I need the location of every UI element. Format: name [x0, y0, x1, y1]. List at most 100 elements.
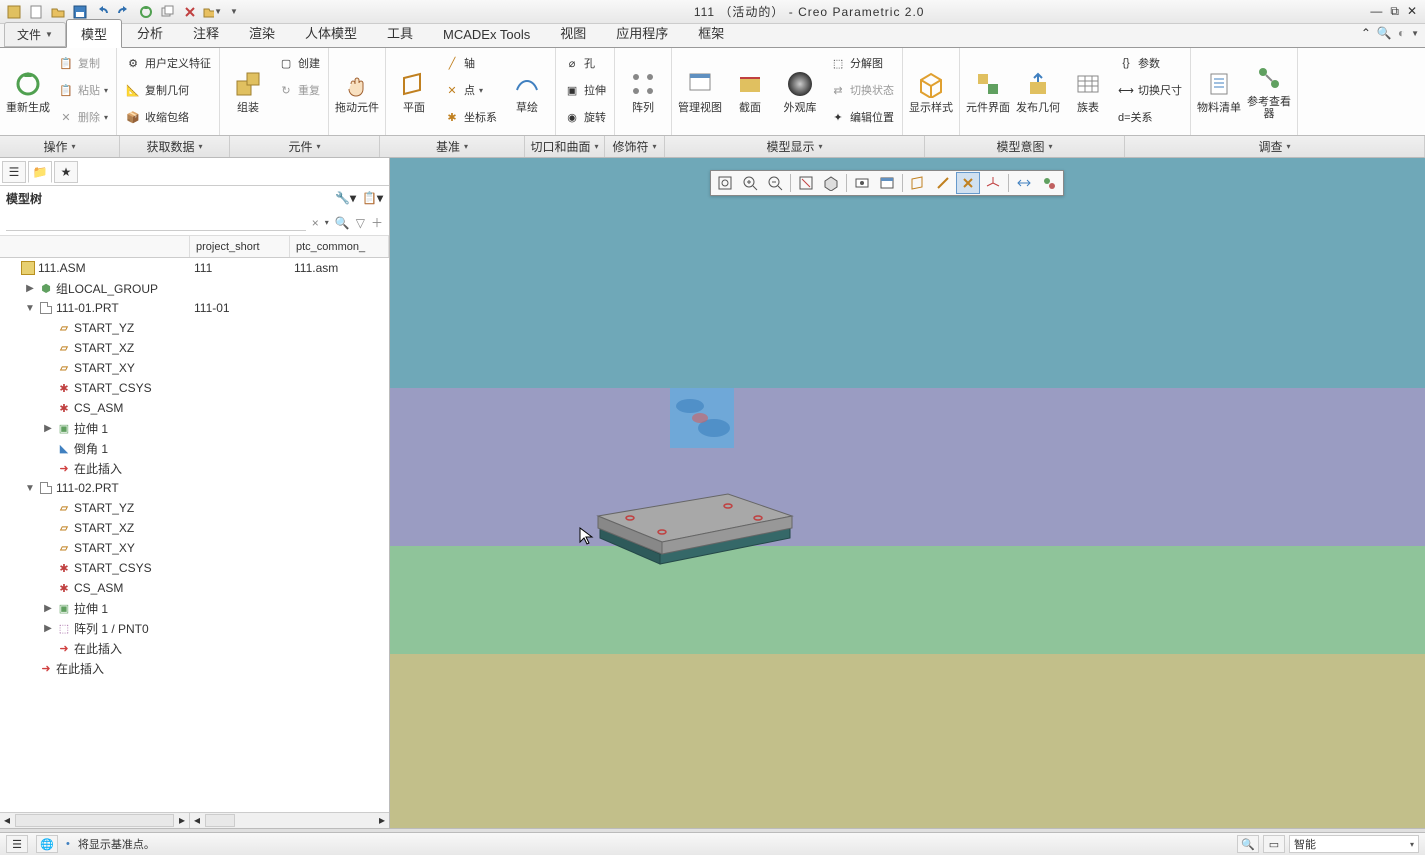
tree-row[interactable]: ✱CS_ASM [0, 578, 389, 598]
group-comp[interactable]: 元件▾ [230, 136, 380, 157]
model-3d[interactable] [580, 458, 800, 578]
status-find-icon[interactable]: 🔍 [1237, 835, 1259, 853]
mgrview-button[interactable]: 管理视图 [676, 50, 724, 132]
tree-display-icon[interactable]: 📋▾ [362, 191, 383, 205]
pattern-button[interactable]: 阵列 [619, 50, 667, 132]
bom-button[interactable]: 物料清单 [1195, 50, 1243, 132]
point-button[interactable]: ✕点▾ [440, 77, 501, 103]
repaint-icon[interactable] [794, 172, 818, 194]
regenerate-button[interactable]: 重新生成 [4, 50, 52, 132]
datum-axis-display-icon[interactable] [931, 172, 955, 194]
switchdim-button[interactable]: ⟷切换尺寸 [1114, 77, 1186, 103]
tree-row[interactable]: ▼111-01.PRT111-01 [0, 298, 389, 318]
tree-col-project[interactable]: project_short [190, 236, 290, 257]
status-select-icon[interactable]: ▭ [1263, 835, 1285, 853]
tab-frame[interactable]: 框架 [683, 18, 739, 47]
zoom-fit-icon[interactable] [713, 172, 737, 194]
qat-open-icon[interactable] [48, 2, 68, 22]
tree-row[interactable]: ➜在此插入 [0, 658, 389, 678]
expand-icon[interactable]: ▼ [24, 303, 36, 314]
extrude-button[interactable]: ▣拉伸 [560, 77, 610, 103]
udf-button[interactable]: ⚙用户定义特征 [121, 50, 215, 76]
annotation-display-icon[interactable] [1012, 172, 1036, 194]
tree-row[interactable]: ▱START_XY [0, 538, 389, 558]
help-icon[interactable]: ◐ [1398, 26, 1405, 40]
tree-row[interactable]: ➜在此插入 [0, 638, 389, 658]
dispstyle-button[interactable]: 显示样式 [907, 50, 955, 132]
collapse-ribbon-icon[interactable]: ⌃ [1361, 26, 1371, 40]
qat-new-icon[interactable] [26, 2, 46, 22]
group-getdata[interactable]: 获取数据▾ [120, 136, 230, 157]
relation-button[interactable]: d=关系 [1114, 104, 1186, 130]
tree-settings-icon[interactable]: 🔧▾ [335, 191, 356, 205]
revolve-button[interactable]: ◉旋转 [560, 104, 610, 130]
hole-button[interactable]: ⌀孔 [560, 50, 610, 76]
favorites-tab-icon[interactable]: ★ [54, 161, 78, 183]
display-style-icon[interactable] [819, 172, 843, 194]
dragcomp-button[interactable]: 拖动元件 [333, 50, 381, 132]
tree-row[interactable]: ◣倒角 1 [0, 438, 389, 458]
status-tree-icon[interactable]: ☰ [6, 835, 28, 853]
clear-search-icon[interactable]: × [312, 216, 319, 230]
group-intent[interactable]: 模型意图▾ [925, 136, 1125, 157]
delete-button[interactable]: ✕删除▾ [54, 104, 112, 130]
tab-tools[interactable]: 工具 [372, 18, 428, 47]
file-tab[interactable]: 文件▼ [4, 22, 66, 47]
selection-filter[interactable]: 智能▾ [1289, 835, 1419, 853]
appearance-button[interactable]: 外观库 [776, 50, 824, 132]
tree-col-name[interactable] [0, 236, 190, 257]
maximize-icon[interactable]: ⧉ [1390, 4, 1399, 19]
compinterface-button[interactable]: 元件界面 [964, 50, 1012, 132]
tab-model[interactable]: 模型 [66, 19, 122, 48]
tree-row[interactable]: ▶▣拉伸 1 [0, 418, 389, 438]
expand-icon[interactable]: ▼ [24, 483, 36, 494]
tree-row[interactable]: ✱CS_ASM [0, 398, 389, 418]
togglestate-button[interactable]: ⇄切换状态 [826, 77, 898, 103]
csys-button[interactable]: ✱坐标系 [440, 104, 501, 130]
spin-center-icon[interactable] [1037, 172, 1061, 194]
copy-button[interactable]: 📋复制 [54, 50, 112, 76]
tab-mcadex[interactable]: MCADEx Tools [428, 22, 545, 47]
minimize-icon[interactable]: — [1370, 4, 1382, 19]
view-manager-icon[interactable] [875, 172, 899, 194]
search-icon[interactable]: 🔍 [1377, 26, 1392, 40]
tab-render[interactable]: 渲染 [234, 18, 290, 47]
group-modeldisplay[interactable]: 模型显示▾ [665, 136, 925, 157]
group-investigate[interactable]: 调查▾ [1125, 136, 1425, 157]
tree-row[interactable]: ▶⬢组LOCAL_GROUP [0, 278, 389, 298]
binoculars-icon[interactable]: 🔍 [335, 216, 350, 230]
paste-button[interactable]: 📋粘贴▾ [54, 77, 112, 103]
close-icon[interactable]: ✕ [1407, 4, 1417, 19]
family-button[interactable]: 族表 [1064, 50, 1112, 132]
tree-row[interactable]: ✱START_CSYS [0, 558, 389, 578]
pubgeom-button[interactable]: 发布几何 [1014, 50, 1062, 132]
tree-row[interactable]: ▼111-02.PRT [0, 478, 389, 498]
csys-display-icon[interactable] [981, 172, 1005, 194]
expand-icon[interactable]: ▶ [42, 423, 54, 434]
tree-row[interactable]: ▱START_XZ [0, 518, 389, 538]
tree-body[interactable]: 111.ASM111111.asm▶⬢组LOCAL_GROUP▼111-01.P… [0, 258, 389, 812]
help-dropdown-icon[interactable]: ▼ [1411, 29, 1419, 38]
shrinkwrap-button[interactable]: 📦收缩包络 [121, 104, 215, 130]
expand-icon[interactable]: ▶ [42, 623, 54, 634]
group-cosmetic[interactable]: 修饰符▾ [605, 136, 665, 157]
expand-icon[interactable]: ▶ [42, 603, 54, 614]
axis-button[interactable]: ╱轴 [440, 50, 501, 76]
datum-plane-display-icon[interactable] [906, 172, 930, 194]
tree-row[interactable]: ▱START_XY [0, 358, 389, 378]
tree-search-input[interactable] [6, 214, 306, 231]
zoom-in-icon[interactable] [738, 172, 762, 194]
tree-hscroll[interactable]: ◂▸ ◂▸ [0, 812, 389, 828]
section-button[interactable]: 截面 [726, 50, 774, 132]
group-ops[interactable]: 操作▾ [0, 136, 120, 157]
search-dropdown-icon[interactable]: ▾ [325, 218, 329, 227]
tab-apps[interactable]: 应用程序 [601, 18, 683, 47]
tree-row[interactable]: ▶⬚阵列 1 / PNT0 [0, 618, 389, 638]
assemble-button[interactable]: 组装 [224, 50, 272, 132]
datum-point-display-icon[interactable] [956, 172, 980, 194]
sketch-button[interactable]: 草绘 [503, 50, 551, 132]
tab-annotate[interactable]: 注释 [178, 18, 234, 47]
param-button[interactable]: {}参数 [1114, 50, 1186, 76]
tab-analysis[interactable]: 分析 [122, 18, 178, 47]
tree-row[interactable]: ▱START_XZ [0, 338, 389, 358]
